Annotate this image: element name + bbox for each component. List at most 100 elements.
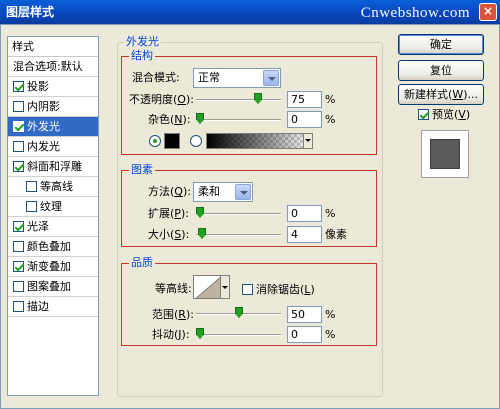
quality-title: 品质 bbox=[129, 256, 155, 269]
style-checkbox[interactable] bbox=[13, 221, 24, 232]
style-checkbox[interactable] bbox=[13, 301, 24, 312]
spread-input[interactable]: 0 bbox=[287, 205, 322, 222]
style-checkbox[interactable] bbox=[26, 201, 37, 212]
blend-mode-select[interactable]: 正常 bbox=[193, 68, 281, 88]
opacity-slider[interactable] bbox=[196, 93, 281, 107]
style-list-item[interactable]: 斜面和浮雕 bbox=[8, 157, 98, 177]
style-checkbox[interactable] bbox=[13, 81, 24, 92]
structure-title: 结构 bbox=[129, 49, 155, 62]
style-list-item[interactable]: 图案叠加 bbox=[8, 277, 98, 297]
range-unit: % bbox=[325, 308, 336, 321]
range-slider[interactable] bbox=[196, 307, 281, 321]
antialias-label: 消除锯齿(L) bbox=[256, 283, 315, 296]
spread-slider-thumb[interactable] bbox=[196, 207, 204, 218]
jitter-unit: % bbox=[325, 328, 336, 341]
title-bar: 图层样式 Cnwebshow.com × bbox=[0, 0, 500, 24]
style-list-item-label: 光泽 bbox=[27, 219, 49, 233]
size-slider[interactable] bbox=[196, 228, 281, 242]
noise-unit: % bbox=[325, 113, 336, 126]
contour-dropdown[interactable] bbox=[220, 275, 230, 299]
style-checkbox[interactable] bbox=[13, 141, 24, 152]
style-checkbox[interactable] bbox=[26, 181, 37, 192]
style-checkbox[interactable] bbox=[13, 241, 24, 252]
opacity-slider-thumb[interactable] bbox=[254, 93, 262, 104]
style-list-item-label: 斜面和浮雕 bbox=[27, 159, 82, 173]
spread-label: 扩展(P): bbox=[148, 207, 189, 220]
jitter-input[interactable]: 0 bbox=[287, 326, 322, 343]
style-list-item[interactable]: 内发光 bbox=[8, 137, 98, 157]
style-list-item[interactable]: 颜色叠加 bbox=[8, 237, 98, 257]
opacity-slider-track bbox=[196, 99, 281, 101]
opacity-input[interactable]: 75 bbox=[287, 91, 322, 108]
opacity-label: 不透明度(O): bbox=[129, 93, 194, 106]
chevron-down-icon[interactable] bbox=[303, 134, 312, 148]
watermark-text: Cnwebshow.com bbox=[360, 5, 470, 21]
glow-gradient-picker[interactable] bbox=[206, 133, 313, 149]
spread-slider[interactable] bbox=[196, 207, 281, 221]
style-list-item-label: 外发光 bbox=[27, 119, 60, 133]
style-list-item-label: 内发光 bbox=[27, 139, 60, 153]
reset-button[interactable]: 复位 bbox=[398, 60, 484, 81]
jitter-slider[interactable] bbox=[196, 328, 281, 342]
style-checkbox[interactable] bbox=[13, 101, 24, 112]
close-button[interactable]: × bbox=[479, 3, 497, 21]
style-preview-swatch bbox=[430, 139, 460, 169]
gradient-radio[interactable] bbox=[190, 135, 202, 147]
contour-preview[interactable] bbox=[193, 275, 221, 299]
style-list-item-label: 投影 bbox=[27, 79, 49, 93]
style-list-item[interactable]: 外发光 bbox=[8, 117, 98, 137]
blend-mode-label: 混合模式: bbox=[132, 71, 180, 84]
glow-color-swatch[interactable] bbox=[164, 133, 180, 149]
jitter-label: 抖动(J): bbox=[152, 328, 190, 341]
noise-slider[interactable] bbox=[196, 113, 281, 127]
style-checkbox[interactable] bbox=[13, 121, 24, 132]
style-list-item-label: 等高线 bbox=[40, 179, 73, 193]
elements-title: 图素 bbox=[129, 163, 155, 176]
style-list-item-label: 渐变叠加 bbox=[27, 259, 71, 273]
size-unit: 像素 bbox=[325, 228, 347, 241]
preview-checkbox[interactable] bbox=[418, 109, 429, 120]
chevron-down-icon bbox=[235, 184, 251, 200]
solid-color-radio[interactable] bbox=[149, 135, 161, 147]
spread-unit: % bbox=[325, 207, 336, 220]
contour-label: 等高线: bbox=[155, 282, 192, 295]
size-input[interactable]: 4 bbox=[287, 226, 322, 243]
technique-value: 柔和 bbox=[198, 185, 220, 198]
style-list-item[interactable]: 渐变叠加 bbox=[8, 257, 98, 277]
chevron-down-icon bbox=[263, 70, 279, 86]
style-list-header: 样式 bbox=[8, 37, 98, 57]
style-list-item[interactable]: 描边 bbox=[8, 297, 98, 317]
style-preview bbox=[421, 130, 469, 178]
style-list-item[interactable]: 混合选项:默认 bbox=[8, 57, 98, 77]
size-label: 大小(S): bbox=[148, 228, 190, 241]
style-list-item[interactable]: 投影 bbox=[8, 77, 98, 97]
style-list-item-label: 描边 bbox=[27, 299, 49, 313]
style-checkbox[interactable] bbox=[13, 161, 24, 172]
jitter-slider-track bbox=[196, 334, 281, 336]
style-list-item-label: 混合选项:默认 bbox=[13, 59, 83, 73]
new-style-button[interactable]: 新建样式(W)... bbox=[398, 84, 484, 105]
preview-label: 预览(V) bbox=[432, 108, 471, 121]
range-input[interactable]: 50 bbox=[287, 306, 322, 323]
style-checkbox[interactable] bbox=[13, 281, 24, 292]
noise-input[interactable]: 0 bbox=[287, 111, 322, 128]
style-list-item[interactable]: 内阴影 bbox=[8, 97, 98, 117]
range-label: 范围(R): bbox=[152, 308, 194, 321]
outer-glow-title: 外发光 bbox=[124, 35, 161, 48]
technique-select[interactable]: 柔和 bbox=[193, 182, 253, 202]
noise-slider-track bbox=[196, 119, 281, 121]
style-list-item[interactable]: 等高线 bbox=[8, 177, 98, 197]
noise-slider-thumb[interactable] bbox=[196, 113, 204, 124]
spread-slider-track bbox=[196, 213, 281, 215]
jitter-slider-thumb[interactable] bbox=[196, 328, 204, 339]
window-title: 图层样式 bbox=[6, 5, 55, 19]
style-checkbox[interactable] bbox=[13, 261, 24, 272]
range-slider-thumb[interactable] bbox=[235, 307, 243, 318]
style-list-item[interactable]: 光泽 bbox=[8, 217, 98, 237]
antialias-checkbox[interactable] bbox=[242, 284, 253, 295]
noise-label: 杂色(N): bbox=[148, 113, 191, 126]
ok-button[interactable]: 确定 bbox=[398, 34, 484, 55]
size-slider-thumb[interactable] bbox=[198, 228, 206, 239]
style-list: 样式 混合选项:默认投影内阴影外发光内发光斜面和浮雕等高线纹理光泽颜色叠加渐变叠… bbox=[7, 36, 99, 396]
style-list-item[interactable]: 纹理 bbox=[8, 197, 98, 217]
